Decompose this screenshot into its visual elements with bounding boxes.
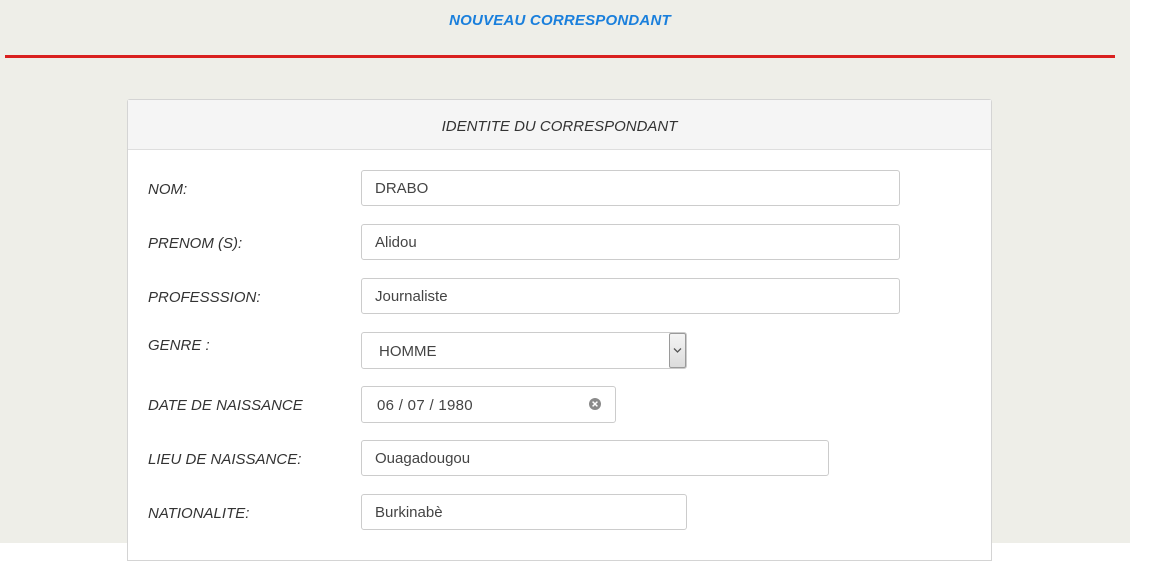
- panel-heading: IDENTITE DU CORRESPONDANT: [128, 100, 991, 150]
- genre-dropdown-button[interactable]: [669, 333, 686, 368]
- nationalite-input[interactable]: [361, 494, 687, 530]
- prenom-input[interactable]: [361, 224, 900, 260]
- date-naissance-label: DATE DE NAISSANCE: [148, 397, 303, 414]
- header-divider: [5, 55, 1115, 58]
- chevron-down-icon: [673, 348, 682, 353]
- nationalite-label: NATIONALITE:: [148, 505, 250, 522]
- identity-panel: IDENTITE DU CORRESPONDANT NOM: PRENOM (S…: [127, 99, 992, 561]
- genre-selected-value: HOMME: [379, 343, 437, 360]
- genre-select[interactable]: HOMME: [361, 332, 687, 369]
- lieu-naissance-input[interactable]: [361, 440, 829, 476]
- clear-icon[interactable]: [588, 397, 602, 411]
- nom-label: NOM:: [148, 181, 188, 198]
- prenom-label: PRENOM (S):: [148, 235, 243, 252]
- nom-input[interactable]: [361, 170, 900, 206]
- page-title: NOUVEAU CORRESPONDANT: [449, 12, 671, 29]
- date-naissance-input[interactable]: 06 / 07 / 1980: [361, 386, 616, 423]
- profession-label: PROFESSSION:: [148, 289, 261, 306]
- profession-input[interactable]: [361, 278, 900, 314]
- date-naissance-value: 06 / 07 / 1980: [377, 397, 473, 414]
- lieu-naissance-label: LIEU DE NAISSANCE:: [148, 451, 302, 468]
- genre-label: GENRE :: [148, 337, 210, 354]
